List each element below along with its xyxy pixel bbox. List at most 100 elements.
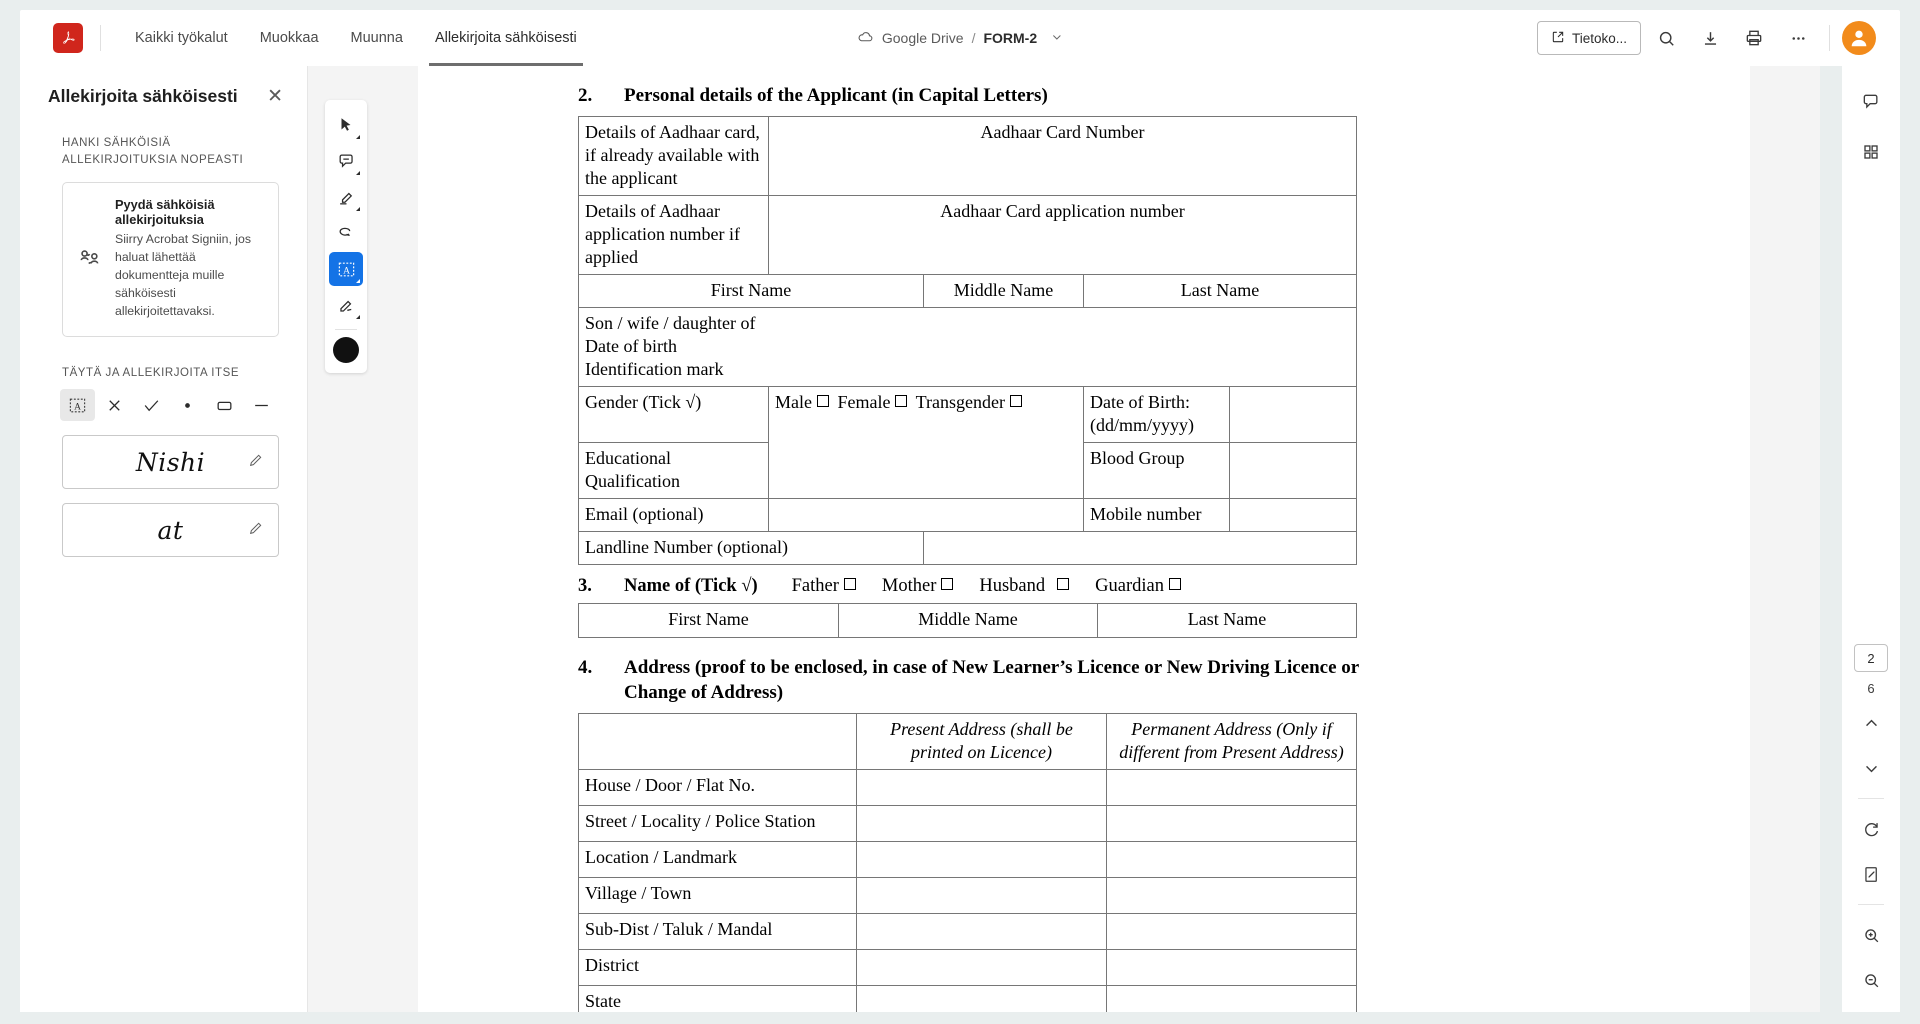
menu-item-convert[interactable]: Muunna bbox=[335, 10, 419, 66]
stamp-text-box-tool[interactable]: A bbox=[60, 389, 95, 422]
chevron-up-icon[interactable] bbox=[1853, 705, 1889, 741]
page-thumbnails-icon[interactable] bbox=[1853, 134, 1889, 170]
breadcrumb-filename: FORM-2 bbox=[983, 30, 1038, 46]
request-signatures-card[interactable]: Pyydä sähköisiä allekirjoituksia Siirry … bbox=[62, 182, 279, 338]
email-value-cell[interactable] bbox=[768, 498, 1084, 533]
dob-value-cell[interactable] bbox=[1229, 385, 1357, 444]
saved-signature-1[interactable]: Nishi bbox=[62, 435, 279, 490]
request-signatures-title: Pyydä sähköisiä allekirjoituksia bbox=[115, 197, 215, 228]
address-permanent-cell[interactable] bbox=[1106, 840, 1357, 878]
gender-options-cell[interactable]: Male Female Transgender bbox=[768, 385, 1084, 500]
address-present-cell[interactable] bbox=[856, 876, 1107, 914]
saved-signature-2[interactable]: at bbox=[62, 503, 279, 558]
zoom-in-icon[interactable] bbox=[1853, 917, 1889, 953]
checkbox-female[interactable] bbox=[895, 395, 908, 407]
color-swatch[interactable] bbox=[333, 337, 359, 363]
address-present-cell[interactable] bbox=[856, 912, 1107, 950]
stamp-dot-tool[interactable] bbox=[170, 389, 205, 421]
more-horizontal-icon[interactable] bbox=[1779, 19, 1817, 57]
right-rail-top bbox=[1853, 66, 1889, 170]
section-3-option-guardian[interactable]: Guardian bbox=[1095, 576, 1185, 597]
checkbox-mother[interactable] bbox=[941, 578, 954, 591]
download-icon[interactable] bbox=[1691, 19, 1729, 57]
chevron-down-icon[interactable] bbox=[1853, 750, 1889, 786]
pdf-page[interactable]: 2. Personal details of the Applicant (in… bbox=[418, 66, 1750, 1012]
pencil-icon[interactable] bbox=[248, 452, 264, 473]
table-row: District bbox=[578, 948, 1357, 986]
address-permanent-cell[interactable] bbox=[1106, 804, 1357, 842]
address-permanent-cell[interactable] bbox=[1106, 948, 1357, 986]
address-present-cell[interactable] bbox=[856, 804, 1107, 842]
section-3-option-husband[interactable]: Husband bbox=[979, 576, 1073, 597]
sidebar-section-label-fill-and-sign: TÄYTÄ JA ALLEKIRJOITA ITSE bbox=[62, 367, 240, 380]
zoom-out-icon[interactable] bbox=[1853, 962, 1889, 998]
address-permanent-cell[interactable] bbox=[1106, 984, 1357, 1012]
window-left-edge bbox=[0, 0, 20, 1024]
sign-tool-icon[interactable] bbox=[329, 288, 363, 322]
address-row-label: Location / Landmark bbox=[578, 840, 857, 878]
breadcrumb-location[interactable]: Google Drive bbox=[882, 30, 964, 46]
table-row: Details of Aadhaar card, if already avai… bbox=[578, 115, 1357, 196]
share-button-label: Tietoko... bbox=[1571, 30, 1627, 46]
share-button[interactable]: Tietoko... bbox=[1536, 21, 1641, 55]
comment-tool-icon[interactable] bbox=[329, 144, 363, 178]
stamp-check-tool[interactable] bbox=[134, 389, 169, 421]
chevron-down-icon[interactable] bbox=[1051, 30, 1063, 46]
section-3-option-mother[interactable]: Mother bbox=[882, 576, 957, 597]
lasso-erase-tool-icon[interactable] bbox=[329, 216, 363, 250]
email-label-cell: Email (optional) bbox=[578, 498, 769, 533]
stamp-line-tool[interactable] bbox=[244, 389, 279, 421]
toolstrip-divider bbox=[335, 329, 357, 330]
address-permanent-cell[interactable] bbox=[1106, 912, 1357, 950]
svg-text:A: A bbox=[343, 266, 350, 276]
close-icon[interactable]: ✕ bbox=[267, 87, 283, 106]
breadcrumb-separator: / bbox=[971, 30, 976, 46]
pencil-icon[interactable] bbox=[248, 520, 264, 541]
aadhaar-label-cell: Details of Aadhaar card, if already avai… bbox=[578, 115, 769, 196]
address-present-cell[interactable] bbox=[856, 768, 1107, 806]
aadhaar-app-value-cell[interactable]: Aadhaar Card application number bbox=[768, 194, 1357, 275]
document-viewer[interactable]: 2. Personal details of the Applicant (in… bbox=[308, 66, 1820, 1012]
print-icon[interactable] bbox=[1735, 19, 1773, 57]
current-page-input[interactable]: 2 bbox=[1854, 644, 1888, 672]
aadhaar-value-cell[interactable]: Aadhaar Card Number bbox=[768, 115, 1357, 196]
user-avatar-icon[interactable] bbox=[1842, 21, 1876, 55]
gender-female-label: Female bbox=[837, 392, 891, 412]
landline-value-cell[interactable] bbox=[923, 531, 1357, 566]
request-signatures-icon bbox=[75, 197, 105, 320]
checkbox-male[interactable] bbox=[816, 395, 829, 407]
table-row: Gender (Tick √) Male Female Transgender … bbox=[578, 385, 1357, 500]
table-row: State bbox=[578, 984, 1357, 1012]
rotate-clockwise-icon[interactable] bbox=[1853, 811, 1889, 847]
address-present-cell[interactable] bbox=[856, 948, 1107, 986]
section-3-option-father[interactable]: Father bbox=[792, 576, 860, 597]
sign-tool-caret-icon bbox=[356, 315, 360, 319]
checkbox-transgender[interactable] bbox=[1009, 395, 1022, 407]
address-row-label: District bbox=[578, 948, 857, 986]
checkbox-father[interactable] bbox=[843, 578, 856, 591]
top-actions-divider bbox=[1829, 25, 1830, 51]
add-text-tool-icon[interactable]: A bbox=[329, 252, 363, 286]
menu-item-e-sign[interactable]: Allekirjoita sähköisesti bbox=[419, 10, 593, 66]
select-tool-icon[interactable] bbox=[329, 108, 363, 142]
address-present-cell[interactable] bbox=[856, 984, 1107, 1012]
blood-group-value-cell[interactable] bbox=[1229, 442, 1357, 500]
mobile-value-cell[interactable] bbox=[1229, 498, 1357, 533]
comment-panel-icon[interactable] bbox=[1853, 84, 1889, 120]
section-4-number: 4. bbox=[578, 657, 593, 679]
address-present-cell[interactable] bbox=[856, 840, 1107, 878]
checkbox-husband[interactable] bbox=[1057, 578, 1070, 591]
menu-item-all-tools[interactable]: Kaikki työkalut bbox=[119, 10, 244, 66]
menu-item-edit[interactable]: Muokkaa bbox=[244, 10, 335, 66]
search-icon[interactable] bbox=[1647, 19, 1685, 57]
highlighter-tool-icon[interactable] bbox=[329, 180, 363, 214]
relation-cell[interactable]: Son / wife / daughter of Date of birth I… bbox=[578, 306, 1357, 388]
address-permanent-cell[interactable] bbox=[1106, 876, 1357, 914]
address-permanent-cell[interactable] bbox=[1106, 768, 1357, 806]
stamp-rectangle-tool[interactable] bbox=[207, 389, 242, 421]
acrobat-logo-icon[interactable] bbox=[53, 23, 83, 53]
stamp-cross-tool[interactable] bbox=[97, 389, 132, 421]
fit-page-icon[interactable] bbox=[1853, 856, 1889, 892]
section-3-last-name-header: Last Name bbox=[1097, 603, 1357, 639]
checkbox-guardian[interactable] bbox=[1169, 578, 1181, 591]
